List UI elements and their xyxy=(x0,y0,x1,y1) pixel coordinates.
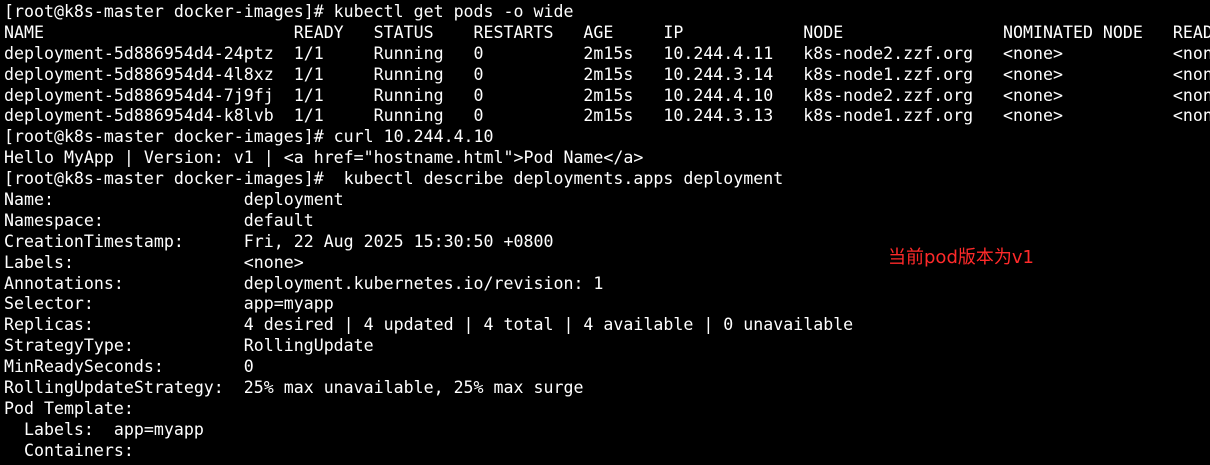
terminal-line-curl-output: Hello MyApp | Version: v1 | <a href="hos… xyxy=(4,148,644,168)
terminal-line-prompt-get-pods: [root@k8s-master docker-images]# kubectl… xyxy=(4,2,574,21)
terminal-line-describe-strategy-type: StrategyType: RollingUpdate xyxy=(4,336,374,356)
terminal-line-describe-pod-template: Pod Template: xyxy=(4,398,134,418)
terminal-line-table-header: NAME READY STATUS RESTARTS AGE IP NODE N… xyxy=(4,22,1210,42)
terminal-line-pod-row: deployment-5d886954d4-4l8xz 1/1 Running … xyxy=(4,64,1210,84)
terminal-line-describe-namespace: Namespace: default xyxy=(4,210,314,230)
terminal-line-describe-template-labels: Labels: app=myapp xyxy=(4,419,204,439)
terminal-line-describe-selector: Selector: app=myapp xyxy=(4,294,334,314)
terminal-line-prompt-curl: [root@k8s-master docker-images]# curl 10… xyxy=(4,127,494,147)
terminal-window[interactable]: [root@k8s-master docker-images]# kubectl… xyxy=(4,2,1210,465)
terminal-line-pod-row: deployment-5d886954d4-7j9fj 1/1 Running … xyxy=(4,85,1210,105)
terminal-line-describe-replicas: Replicas: 4 desired | 4 updated | 4 tota… xyxy=(4,315,854,335)
red-annotation-note: 当前pod版本为v1 xyxy=(888,247,1034,268)
terminal-line-pod-row: deployment-5d886954d4-24ptz 1/1 Running … xyxy=(4,43,1210,63)
terminal-line-describe-containers: Containers: xyxy=(4,440,134,460)
terminal-line-pod-row: deployment-5d886954d4-k8lvb 1/1 Running … xyxy=(4,106,1210,126)
terminal-line-describe-min-ready-seconds: MinReadySeconds: 0 xyxy=(4,357,254,377)
terminal-line-describe-rolling-update-strategy: RollingUpdateStrategy: 25% max unavailab… xyxy=(4,378,584,398)
terminal-line-prompt-describe: [root@k8s-master docker-images]# kubectl… xyxy=(4,169,784,189)
terminal-line-describe-annotations: Annotations: deployment.kubernetes.io/re… xyxy=(4,273,604,293)
terminal-line-describe-name: Name: deployment xyxy=(4,190,344,210)
